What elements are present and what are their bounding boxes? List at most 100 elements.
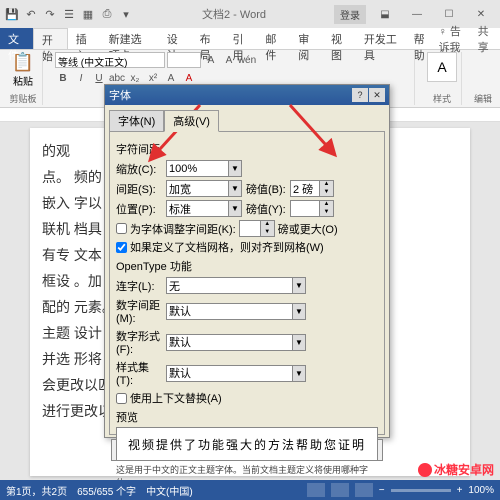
- kerning-label: 为字体调整字间距(K):: [130, 221, 236, 237]
- styles-label: 样式: [427, 92, 457, 105]
- preview-label: 预览: [116, 409, 378, 425]
- tab-custom[interactable]: 新建选项卡: [101, 28, 159, 49]
- kerning-spinner[interactable]: ▲▼: [239, 220, 275, 237]
- contextual-label: 使用上下文替换(A): [130, 390, 222, 406]
- zoom-in-icon[interactable]: +: [457, 485, 463, 496]
- window-buttons: ⬓ — ☐ ✕: [370, 4, 496, 24]
- watermark: 冰糖安卓网: [418, 461, 494, 478]
- zoom-slider[interactable]: [391, 489, 451, 492]
- tab-references[interactable]: 引用: [224, 28, 257, 49]
- grow-font-icon[interactable]: A: [203, 52, 219, 68]
- print-layout-icon[interactable]: [331, 483, 349, 497]
- tell-me[interactable]: ♀ 告诉我: [439, 23, 472, 55]
- tab-home[interactable]: 开始: [33, 28, 68, 49]
- ribbon-tabs: 文件 开始 插入 新建选项卡 设计 布局 引用 邮件 审阅 视图 开发工具 帮助…: [0, 28, 500, 50]
- styleset-combo[interactable]: 默认▼: [166, 365, 306, 382]
- shrink-font-icon[interactable]: A: [221, 52, 237, 68]
- quick-access-toolbar: 💾 ↶ ↷ ☰ ▦ ⎙ ▾: [4, 6, 134, 22]
- status-bar: 第1页，共2页 655/655 个字 中文(中国) − + 100%: [0, 480, 500, 500]
- tab-file[interactable]: 文件: [0, 28, 33, 49]
- dialog-close-icon[interactable]: ✕: [369, 88, 385, 102]
- numform-combo[interactable]: 默认▼: [166, 334, 306, 351]
- spin-down-icon[interactable]: ▼: [320, 189, 333, 197]
- spacing-label: 间距(S):: [116, 181, 162, 197]
- font-dialog: 字体 ? ✕ 字体(N) 高级(V) 字符间距 缩放(C): 100%▼ 间距(…: [104, 84, 390, 438]
- points2-label: 磅值(Y):: [246, 201, 286, 217]
- print-icon[interactable]: ⎙: [99, 6, 115, 22]
- numform-label: 数字形式(F):: [116, 328, 162, 356]
- preview-box: 视频提供了功能强大的方法帮助您证明: [116, 427, 378, 461]
- tab-layout[interactable]: 布局: [192, 28, 225, 49]
- spin-down-icon[interactable]: ▼: [320, 209, 333, 217]
- gridalign-checkbox[interactable]: [116, 242, 127, 253]
- title-bar: 💾 ↶ ↷ ☰ ▦ ⎙ ▾ 文档2 - Word 登录 ⬓ — ☐ ✕: [0, 0, 500, 28]
- tab-review[interactable]: 审阅: [290, 28, 323, 49]
- language-status[interactable]: 中文(中国): [146, 483, 193, 498]
- page-status[interactable]: 第1页，共2页: [6, 483, 67, 498]
- touch-icon[interactable]: ☰: [61, 6, 77, 22]
- tab-design[interactable]: 设计: [159, 28, 192, 49]
- watermark-logo-icon: [418, 463, 432, 477]
- spin-up-icon[interactable]: ▲: [320, 181, 333, 189]
- points-label: 磅值(B):: [246, 181, 286, 197]
- char-spacing-label: 字符间距: [116, 141, 378, 157]
- numspacing-combo[interactable]: 默认▼: [166, 303, 306, 320]
- spacing-combo[interactable]: 加宽▼: [166, 180, 242, 197]
- tab-insert[interactable]: 插入: [68, 28, 101, 49]
- chevron-down-icon: ▼: [228, 201, 241, 216]
- tab-developer[interactable]: 开发工具: [356, 28, 406, 49]
- zoom-out-icon[interactable]: −: [379, 485, 385, 496]
- tab-font-basic[interactable]: 字体(N): [109, 110, 164, 132]
- spin-up-icon[interactable]: ▲: [320, 201, 333, 209]
- opentype-label: OpenType 功能: [116, 258, 378, 274]
- phonetic-icon[interactable]: wén: [239, 52, 255, 68]
- points2-input[interactable]: [291, 201, 319, 216]
- ligatures-label: 连字(L):: [116, 278, 162, 294]
- dialog-help-icon[interactable]: ?: [352, 88, 368, 102]
- zoom-level[interactable]: 100%: [468, 485, 494, 496]
- styles-button[interactable]: A: [427, 52, 457, 82]
- kerning-checkbox[interactable]: [116, 223, 127, 234]
- more-icon[interactable]: ▾: [118, 6, 134, 22]
- close-icon[interactable]: ✕: [466, 4, 496, 24]
- share-button[interactable]: 共享: [478, 23, 494, 55]
- kerning-suffix: 磅或更大(O): [278, 221, 338, 237]
- dialog-titlebar[interactable]: 字体 ? ✕: [105, 85, 389, 105]
- chevron-down-icon: ▼: [228, 161, 241, 176]
- scale-combo[interactable]: 100%▼: [166, 160, 242, 177]
- tab-mailings[interactable]: 邮件: [257, 28, 290, 49]
- tab-font-advanced[interactable]: 高级(V): [164, 110, 219, 132]
- undo-icon[interactable]: ↶: [23, 6, 39, 22]
- points-input[interactable]: [291, 181, 319, 196]
- italic-icon[interactable]: I: [73, 70, 89, 86]
- font-size-combo[interactable]: [167, 52, 201, 68]
- view-icon[interactable]: ▦: [80, 6, 96, 22]
- points-spinner[interactable]: ▲▼: [290, 180, 334, 197]
- gridalign-label: 如果定义了文档网格，则对齐到网格(W): [130, 239, 324, 255]
- bold-icon[interactable]: B: [55, 70, 71, 86]
- contextual-checkbox[interactable]: [116, 393, 127, 404]
- styles-group: A 样式: [423, 52, 462, 105]
- tab-help[interactable]: 帮助: [406, 28, 439, 49]
- points2-spinner[interactable]: ▲▼: [290, 200, 334, 217]
- ribbon-toggle-icon[interactable]: ⬓: [370, 4, 400, 24]
- styleset-label: 样式集(T):: [116, 359, 162, 387]
- tab-view[interactable]: 视图: [323, 28, 356, 49]
- paste-button[interactable]: 📋 粘贴: [8, 52, 38, 88]
- minimize-icon[interactable]: —: [402, 4, 432, 24]
- web-layout-icon[interactable]: [355, 483, 373, 497]
- read-mode-icon[interactable]: [307, 483, 325, 497]
- clipboard-label: 剪贴板: [8, 92, 38, 105]
- save-icon[interactable]: 💾: [4, 6, 20, 22]
- login-button[interactable]: 登录: [334, 5, 366, 24]
- dialog-body: 字符间距 缩放(C): 100%▼ 间距(S): 加宽▼ 磅值(B): ▲▼ 位…: [109, 131, 385, 435]
- clipboard-group: 📋 粘贴 剪贴板: [4, 52, 43, 105]
- maximize-icon[interactable]: ☐: [434, 4, 464, 24]
- ligatures-combo[interactable]: 无▼: [166, 277, 306, 294]
- scale-label: 缩放(C):: [116, 161, 162, 177]
- chevron-down-icon: ▼: [228, 181, 241, 196]
- word-count[interactable]: 655/655 个字: [77, 483, 136, 498]
- position-combo[interactable]: 标准▼: [166, 200, 242, 217]
- redo-icon[interactable]: ↷: [42, 6, 58, 22]
- font-name-combo[interactable]: 等线 (中文正文): [55, 52, 165, 68]
